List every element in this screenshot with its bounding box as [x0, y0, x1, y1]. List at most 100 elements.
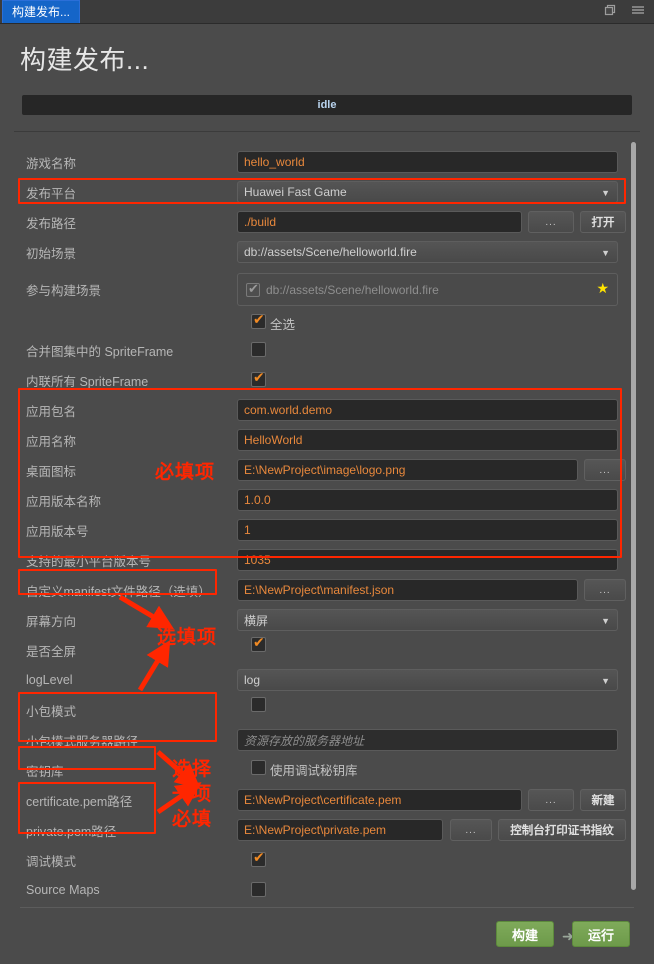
label-desktop-icon: 桌面图标: [26, 464, 77, 479]
screen-orientation-value: 横屏: [244, 613, 269, 628]
fullscreen-checkbox[interactable]: [251, 635, 266, 652]
debug-mode-checkbox[interactable]: [251, 850, 266, 867]
row-select-all: 全选: [14, 311, 622, 333]
label-source-maps: Source Maps: [26, 883, 100, 897]
manifest-path-input[interactable]: E:\NewProject\manifest.json: [237, 579, 578, 601]
label-debug-mode: 调试模式: [26, 854, 77, 869]
row-screen-orientation: 屏幕方向 横屏 ▼: [14, 605, 622, 635]
label-loglevel: logLevel: [26, 673, 73, 687]
label-small-package-server: 小包模式服务器路径: [26, 734, 139, 749]
included-scenes-list[interactable]: db://assets/Scene/helloworld.fire ★: [237, 273, 618, 306]
game-name-input[interactable]: hello_world: [237, 151, 618, 173]
desktop-icon-browse-button[interactable]: ...: [584, 459, 626, 481]
initial-scene-value: db://assets/Scene/helloworld.fire: [244, 245, 417, 259]
label-private-pem: private.pem路径: [26, 824, 117, 839]
certificate-pem-input[interactable]: E:\NewProject\certificate.pem: [237, 789, 522, 811]
row-game-name: 游戏名称 hello_world: [14, 147, 622, 177]
tab-label: 构建发布...: [12, 5, 71, 19]
row-small-package-server: 小包模式服务器路径 资源存放的服务器地址: [14, 725, 622, 755]
label-screen-orientation: 屏幕方向: [26, 614, 77, 629]
label-app-name: 应用名称: [26, 434, 77, 449]
chevron-down-icon: ▼: [601, 248, 610, 258]
row-desktop-icon: 桌面图标 E:\NewProject\image\logo.png ...: [14, 455, 626, 485]
app-version-name-input[interactable]: 1.0.0: [237, 489, 618, 511]
chevron-down-icon: ▼: [601, 616, 610, 626]
inline-spriteframe-checkbox[interactable]: [251, 370, 266, 387]
tab-build-publish[interactable]: 构建发布...: [2, 0, 81, 23]
row-merge-spriteframe: 合并图集中的 SpriteFrame: [14, 335, 622, 365]
label-min-platform-version: 支持的最小平台版本号: [26, 554, 152, 569]
publish-path-browse-button[interactable]: ...: [528, 211, 574, 233]
label-manifest-path: 自定义manifest文件路径（选填）: [26, 584, 211, 599]
chevron-down-icon: ▼: [601, 188, 610, 198]
form-scroll-area: 游戏名称 hello_world 发布平台 Huawei Fast Game ▼…: [14, 131, 640, 900]
label-package-name: 应用包名: [26, 404, 77, 419]
desktop-icon-input[interactable]: E:\NewProject\image\logo.png: [237, 459, 578, 481]
row-app-version-code: 应用版本号 1: [14, 515, 622, 545]
label-certificate-pem: certificate.pem路径: [26, 794, 133, 809]
print-cert-fingerprint-button[interactable]: 控制台打印证书指纹: [498, 819, 626, 841]
scene-checkbox[interactable]: [246, 281, 260, 297]
certificate-pem-browse-button[interactable]: ...: [528, 789, 574, 811]
row-debug-mode: 调试模式: [14, 845, 622, 875]
select-all-checkbox[interactable]: [251, 312, 266, 329]
app-name-input[interactable]: HelloWorld: [237, 429, 618, 451]
row-small-package-mode: 小包模式: [14, 695, 622, 725]
app-version-code-input[interactable]: 1: [237, 519, 618, 541]
label-inline-spriteframe: 内联所有 SpriteFrame: [26, 374, 149, 389]
small-package-mode-checkbox[interactable]: [251, 697, 266, 712]
restore-window-icon[interactable]: [603, 3, 617, 22]
row-app-version-name: 应用版本名称 1.0.0: [14, 485, 622, 515]
row-app-name: 应用名称 HelloWorld: [14, 425, 622, 455]
manifest-path-browse-button[interactable]: ...: [584, 579, 626, 601]
star-icon[interactable]: ★: [596, 281, 609, 295]
row-package-name: 应用包名 com.world.demo: [14, 395, 622, 425]
label-fullscreen: 是否全屏: [26, 644, 77, 659]
private-pem-input[interactable]: E:\NewProject\private.pem: [237, 819, 443, 841]
scrollbar-thumb[interactable]: [631, 142, 636, 890]
loglevel-value: log: [244, 673, 261, 687]
row-inline-spriteframe: 内联所有 SpriteFrame: [14, 365, 622, 395]
label-included-scenes: 参与构建场景: [26, 283, 102, 298]
row-publish-platform: 发布平台 Huawei Fast Game ▼: [14, 177, 622, 207]
min-platform-version-input[interactable]: 1035: [237, 549, 618, 571]
scene-item-label: db://assets/Scene/helloworld.fire: [266, 282, 439, 297]
chevron-down-icon: ▼: [601, 676, 610, 686]
label-small-package-mode: 小包模式: [26, 704, 77, 719]
loglevel-select[interactable]: log ▼: [237, 669, 618, 691]
row-included-scenes: 参与构建场景 db://assets/Scene/helloworld.fire…: [14, 267, 622, 311]
source-maps-checkbox[interactable]: [251, 882, 266, 897]
small-package-server-input[interactable]: 资源存放的服务器地址: [237, 729, 618, 751]
hamburger-menu-icon[interactable]: [630, 3, 646, 22]
publish-platform-select[interactable]: Huawei Fast Game ▼: [237, 181, 618, 203]
row-source-maps: Source Maps: [14, 875, 622, 905]
screen-orientation-select[interactable]: 横屏 ▼: [237, 609, 618, 631]
build-button[interactable]: 构建: [496, 921, 554, 947]
vertical-scrollbar[interactable]: [631, 142, 636, 890]
footer-divider: [20, 907, 634, 908]
page-title: 构建发布...: [20, 45, 150, 75]
build-publish-window: 构建发布... 构建发布... idle 游戏名称 hello_world 发布…: [0, 0, 654, 964]
status-bar: idle: [22, 95, 632, 115]
label-app-version-code: 应用版本号: [26, 524, 89, 539]
use-debug-keystore-label: 使用调试秘钥库: [270, 764, 358, 778]
publish-path-open-button[interactable]: 打开: [580, 211, 626, 233]
publish-path-input[interactable]: ./build: [237, 211, 522, 233]
private-pem-browse-button[interactable]: ...: [450, 819, 492, 841]
initial-scene-select[interactable]: db://assets/Scene/helloworld.fire ▼: [237, 241, 618, 263]
label-publish-platform: 发布平台: [26, 186, 77, 201]
label-merge-spriteframe: 合并图集中的 SpriteFrame: [26, 344, 174, 359]
window-buttons: [603, 0, 646, 24]
run-button[interactable]: 运行: [572, 921, 630, 947]
label-publish-path: 发布路径: [26, 216, 77, 231]
row-loglevel: logLevel log ▼: [14, 665, 622, 695]
certificate-pem-new-button[interactable]: 新建: [580, 789, 626, 811]
select-all-label: 全选: [270, 318, 296, 332]
window-tabbar: 构建发布...: [0, 0, 654, 24]
row-fullscreen: 是否全屏: [14, 635, 622, 665]
merge-spriteframe-checkbox[interactable]: [251, 342, 266, 357]
row-keystore: 密钥库 使用调试秘钥库: [14, 755, 622, 785]
use-debug-keystore-checkbox[interactable]: [251, 760, 266, 775]
package-name-input[interactable]: com.world.demo: [237, 399, 618, 421]
label-keystore: 密钥库: [26, 764, 64, 779]
